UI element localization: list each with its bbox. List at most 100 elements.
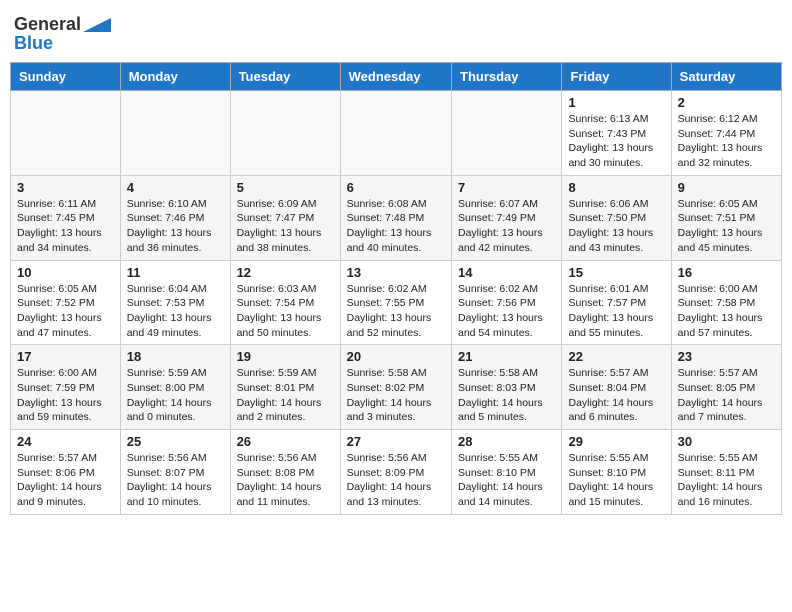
calendar-cell: 19 Sunrise: 5:59 AM Sunset: 8:01 PM Dayli… <box>230 345 340 430</box>
calendar-cell: 4 Sunrise: 6:10 AM Sunset: 7:46 PM Daylig… <box>120 175 230 260</box>
calendar-cell: 15 Sunrise: 6:01 AM Sunset: 7:57 PM Dayli… <box>562 260 671 345</box>
calendar-cell: 27 Sunrise: 5:56 AM Sunset: 8:09 PM Dayli… <box>340 430 451 515</box>
calendar-table: SundayMondayTuesdayWednesdayThursdayFrid… <box>10 62 782 515</box>
cell-info: Sunrise: 5:57 AM Sunset: 8:05 PM Dayligh… <box>678 366 775 425</box>
cell-day-number: 7 <box>458 180 555 195</box>
cell-day-number: 15 <box>568 265 664 280</box>
calendar-week-2: 3 Sunrise: 6:11 AM Sunset: 7:45 PM Daylig… <box>11 175 782 260</box>
cell-day-number: 2 <box>678 95 775 110</box>
cell-info: Sunrise: 6:05 AM Sunset: 7:52 PM Dayligh… <box>17 282 114 341</box>
cell-day-number: 5 <box>237 180 334 195</box>
calendar-header-row: SundayMondayTuesdayWednesdayThursdayFrid… <box>11 63 782 91</box>
cell-day-number: 11 <box>127 265 224 280</box>
cell-info: Sunrise: 5:57 AM Sunset: 8:04 PM Dayligh… <box>568 366 664 425</box>
calendar-cell: 26 Sunrise: 5:56 AM Sunset: 8:08 PM Dayli… <box>230 430 340 515</box>
calendar-cell <box>452 91 562 176</box>
calendar-cell: 10 Sunrise: 6:05 AM Sunset: 7:52 PM Dayli… <box>11 260 121 345</box>
cell-info: Sunrise: 6:02 AM Sunset: 7:56 PM Dayligh… <box>458 282 555 341</box>
cell-info: Sunrise: 6:03 AM Sunset: 7:54 PM Dayligh… <box>237 282 334 341</box>
cell-day-number: 8 <box>568 180 664 195</box>
cell-day-number: 19 <box>237 349 334 364</box>
calendar-cell: 29 Sunrise: 5:55 AM Sunset: 8:10 PM Dayli… <box>562 430 671 515</box>
cell-info: Sunrise: 6:05 AM Sunset: 7:51 PM Dayligh… <box>678 197 775 256</box>
cell-info: Sunrise: 5:58 AM Sunset: 8:03 PM Dayligh… <box>458 366 555 425</box>
cell-info: Sunrise: 6:01 AM Sunset: 7:57 PM Dayligh… <box>568 282 664 341</box>
cell-info: Sunrise: 5:56 AM Sunset: 8:08 PM Dayligh… <box>237 451 334 510</box>
cell-info: Sunrise: 6:00 AM Sunset: 7:59 PM Dayligh… <box>17 366 114 425</box>
calendar-cell <box>340 91 451 176</box>
calendar-cell: 14Sunrise: 6:02 AM Sunset: 7:56 PM Dayli… <box>452 260 562 345</box>
calendar-cell: 28 Sunrise: 5:55 AM Sunset: 8:10 PM Dayli… <box>452 430 562 515</box>
col-header-friday: Friday <box>562 63 671 91</box>
cell-day-number: 4 <box>127 180 224 195</box>
calendar-cell: 25Sunrise: 5:56 AM Sunset: 8:07 PM Dayli… <box>120 430 230 515</box>
cell-info: Sunrise: 6:02 AM Sunset: 7:55 PM Dayligh… <box>347 282 445 341</box>
calendar-cell: 18Sunrise: 5:59 AM Sunset: 8:00 PM Dayli… <box>120 345 230 430</box>
calendar-cell: 3 Sunrise: 6:11 AM Sunset: 7:45 PM Daylig… <box>11 175 121 260</box>
cell-day-number: 17 <box>17 349 114 364</box>
cell-info: Sunrise: 5:56 AM Sunset: 8:07 PM Dayligh… <box>127 451 224 510</box>
cell-day-number: 22 <box>568 349 664 364</box>
page-header: General Blue <box>10 10 782 54</box>
col-header-saturday: Saturday <box>671 63 781 91</box>
calendar-cell: 23 Sunrise: 5:57 AM Sunset: 8:05 PM Dayli… <box>671 345 781 430</box>
cell-info: Sunrise: 5:55 AM Sunset: 8:10 PM Dayligh… <box>458 451 555 510</box>
calendar-cell: 9 Sunrise: 6:05 AM Sunset: 7:51 PM Daylig… <box>671 175 781 260</box>
cell-info: Sunrise: 5:59 AM Sunset: 8:00 PM Dayligh… <box>127 366 224 425</box>
cell-info: Sunrise: 6:04 AM Sunset: 7:53 PM Dayligh… <box>127 282 224 341</box>
calendar-cell: 12 Sunrise: 6:03 AM Sunset: 7:54 PM Dayli… <box>230 260 340 345</box>
cell-info: Sunrise: 6:11 AM Sunset: 7:45 PM Dayligh… <box>17 197 114 256</box>
cell-info: Sunrise: 5:56 AM Sunset: 8:09 PM Dayligh… <box>347 451 445 510</box>
col-header-tuesday: Tuesday <box>230 63 340 91</box>
cell-day-number: 28 <box>458 434 555 449</box>
cell-info: Sunrise: 6:09 AM Sunset: 7:47 PM Dayligh… <box>237 197 334 256</box>
calendar-cell: 22 Sunrise: 5:57 AM Sunset: 8:04 PM Dayli… <box>562 345 671 430</box>
cell-day-number: 21 <box>458 349 555 364</box>
calendar-cell: 5 Sunrise: 6:09 AM Sunset: 7:47 PM Daylig… <box>230 175 340 260</box>
calendar-week-1: 1 Sunrise: 6:13 AM Sunset: 7:43 PM Daylig… <box>11 91 782 176</box>
cell-day-number: 24 <box>17 434 114 449</box>
calendar-week-3: 10 Sunrise: 6:05 AM Sunset: 7:52 PM Dayli… <box>11 260 782 345</box>
calendar-cell <box>230 91 340 176</box>
calendar-cell: 24 Sunrise: 5:57 AM Sunset: 8:06 PM Dayli… <box>11 430 121 515</box>
cell-info: Sunrise: 6:06 AM Sunset: 7:50 PM Dayligh… <box>568 197 664 256</box>
calendar-cell: 6Sunrise: 6:08 AM Sunset: 7:48 PM Daylig… <box>340 175 451 260</box>
calendar-cell: 30 Sunrise: 5:55 AM Sunset: 8:11 PM Dayli… <box>671 430 781 515</box>
cell-day-number: 29 <box>568 434 664 449</box>
cell-info: Sunrise: 6:07 AM Sunset: 7:49 PM Dayligh… <box>458 197 555 256</box>
logo: General Blue <box>14 14 111 54</box>
cell-day-number: 23 <box>678 349 775 364</box>
cell-info: Sunrise: 5:55 AM Sunset: 8:10 PM Dayligh… <box>568 451 664 510</box>
calendar-cell: 21 Sunrise: 5:58 AM Sunset: 8:03 PM Dayli… <box>452 345 562 430</box>
col-header-wednesday: Wednesday <box>340 63 451 91</box>
logo-icon <box>83 18 111 32</box>
cell-day-number: 12 <box>237 265 334 280</box>
cell-info: Sunrise: 5:58 AM Sunset: 8:02 PM Dayligh… <box>347 366 445 425</box>
calendar-cell: 7 Sunrise: 6:07 AM Sunset: 7:49 PM Daylig… <box>452 175 562 260</box>
cell-day-number: 13 <box>347 265 445 280</box>
cell-info: Sunrise: 6:13 AM Sunset: 7:43 PM Dayligh… <box>568 112 664 171</box>
calendar-cell: 11 Sunrise: 6:04 AM Sunset: 7:53 PM Dayli… <box>120 260 230 345</box>
cell-info: Sunrise: 6:08 AM Sunset: 7:48 PM Dayligh… <box>347 197 445 256</box>
col-header-thursday: Thursday <box>452 63 562 91</box>
calendar-cell: 17 Sunrise: 6:00 AM Sunset: 7:59 PM Dayli… <box>11 345 121 430</box>
cell-info: Sunrise: 5:55 AM Sunset: 8:11 PM Dayligh… <box>678 451 775 510</box>
cell-day-number: 30 <box>678 434 775 449</box>
cell-info: Sunrise: 5:57 AM Sunset: 8:06 PM Dayligh… <box>17 451 114 510</box>
cell-info: Sunrise: 5:59 AM Sunset: 8:01 PM Dayligh… <box>237 366 334 425</box>
cell-day-number: 9 <box>678 180 775 195</box>
cell-info: Sunrise: 6:12 AM Sunset: 7:44 PM Dayligh… <box>678 112 775 171</box>
cell-info: Sunrise: 6:00 AM Sunset: 7:58 PM Dayligh… <box>678 282 775 341</box>
col-header-sunday: Sunday <box>11 63 121 91</box>
calendar-cell: 8 Sunrise: 6:06 AM Sunset: 7:50 PM Daylig… <box>562 175 671 260</box>
cell-info: Sunrise: 6:10 AM Sunset: 7:46 PM Dayligh… <box>127 197 224 256</box>
cell-day-number: 3 <box>17 180 114 195</box>
calendar-cell <box>120 91 230 176</box>
cell-day-number: 16 <box>678 265 775 280</box>
cell-day-number: 1 <box>568 95 664 110</box>
calendar-cell <box>11 91 121 176</box>
cell-day-number: 10 <box>17 265 114 280</box>
cell-day-number: 26 <box>237 434 334 449</box>
calendar-cell: 1 Sunrise: 6:13 AM Sunset: 7:43 PM Daylig… <box>562 91 671 176</box>
cell-day-number: 27 <box>347 434 445 449</box>
